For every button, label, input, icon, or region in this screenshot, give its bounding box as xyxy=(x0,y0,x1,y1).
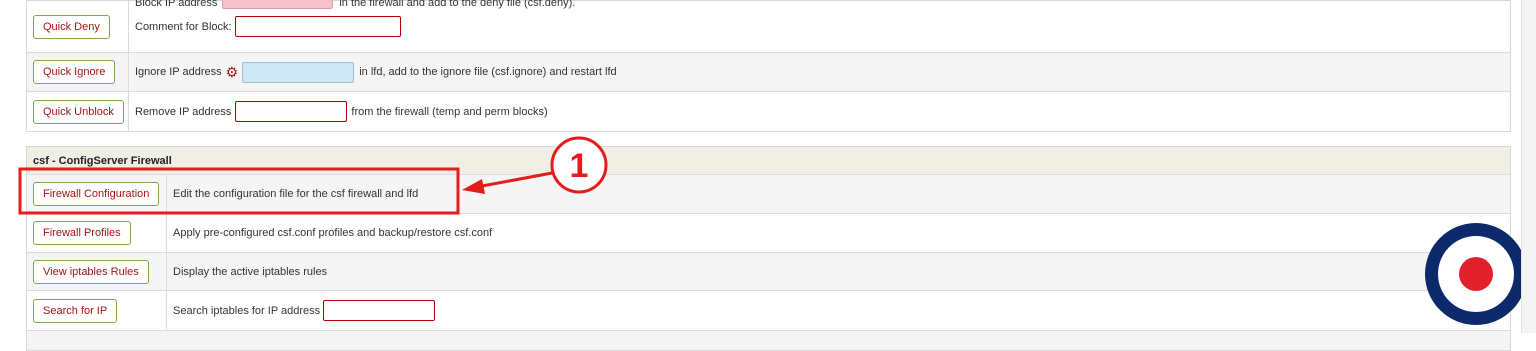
search-for-ip-button[interactable]: Search for IP xyxy=(33,298,118,323)
quick-deny-desc: Block IP address in the firewall and add… xyxy=(129,0,1510,52)
search-ip-desc: Search iptables for IP address xyxy=(167,291,1510,330)
quick-unblock-row: Quick Unblock Remove IP address from the… xyxy=(27,91,1510,131)
quick-unblock-desc: Remove IP address from the firewall (tem… xyxy=(129,92,1510,131)
firewall-config-desc: Edit the configuration file for the csf … xyxy=(167,175,1510,213)
gear-icon[interactable]: ⚙ xyxy=(226,65,239,79)
unblock-text-before: Remove IP address xyxy=(135,105,232,118)
quick-deny-row: Quick Deny Block IP address in the firew… xyxy=(27,0,1510,52)
deny-ip-input[interactable] xyxy=(222,0,334,9)
quick-ignore-desc: Ignore IP address ⚙ in lfd, add to the i… xyxy=(129,53,1510,91)
view-iptables-row: View iptables Rules Display the active i… xyxy=(27,252,1510,290)
firewall-profiles-desc: Apply pre-configured csf.conf profiles a… xyxy=(167,214,1510,252)
quick-ignore-row: Quick Ignore Ignore IP address ⚙ in lfd,… xyxy=(27,52,1510,91)
quick-ignore-cell: Quick Ignore xyxy=(27,53,129,91)
deny-comment-label: Comment for Block: xyxy=(135,20,232,33)
quick-deny-cell: Quick Deny xyxy=(27,1,129,52)
quick-ignore-button[interactable]: Quick Ignore xyxy=(33,60,116,84)
quick-deny-button[interactable]: Quick Deny xyxy=(33,14,110,39)
unblock-text-after: from the firewall (temp and perm blocks) xyxy=(351,105,548,118)
roundel-logo xyxy=(1425,223,1527,325)
firewall-config-row: Firewall Configuration Edit the configur… xyxy=(27,175,1510,213)
firewall-profiles-desc-text: Apply pre-configured csf.conf profiles a… xyxy=(173,227,493,239)
firewall-profiles-cell: Firewall Profiles xyxy=(27,214,167,252)
ignore-text-before: Ignore IP address xyxy=(135,66,222,78)
ignore-ip-input[interactable] xyxy=(242,61,355,83)
firewall-profiles-row: Firewall Profiles Apply pre-configured c… xyxy=(27,213,1510,252)
search-ip-cell: Search for IP xyxy=(27,291,167,330)
firewall-configuration-button[interactable]: Firewall Configuration xyxy=(33,182,160,206)
view-iptables-cell: View iptables Rules xyxy=(27,253,167,290)
deny-text-before: Block IP address xyxy=(135,0,218,9)
search-ip-desc-text: Search iptables for IP address xyxy=(173,304,321,317)
view-iptables-desc-text: Display the active iptables rules xyxy=(173,265,328,278)
deny-text-after: in the firewall and add to the deny file… xyxy=(339,0,576,9)
firewall-profiles-button[interactable]: Firewall Profiles xyxy=(33,221,131,245)
view-iptables-rules-button[interactable]: View iptables Rules xyxy=(33,259,149,284)
firewall-config-desc-text: Edit the configuration file for the csf … xyxy=(173,188,419,200)
search-ip-row: Search for IP Search iptables for IP add… xyxy=(27,290,1510,330)
quick-unblock-cell: Quick Unblock xyxy=(27,92,129,131)
quick-actions-table: Quick Deny Block IP address in the firew… xyxy=(26,0,1511,132)
view-iptables-desc: Display the active iptables rules xyxy=(167,253,1510,290)
csf-section-table: csf - ConfigServer Firewall Firewall Con… xyxy=(26,146,1511,351)
vertical-scrollbar[interactable] xyxy=(1521,0,1536,333)
quick-unblock-button[interactable]: Quick Unblock xyxy=(33,99,124,124)
section-title: csf - ConfigServer Firewall xyxy=(27,147,1510,175)
ignore-text-after: in lfd, add to the ignore file (csf.igno… xyxy=(359,66,617,78)
search-ip-input[interactable] xyxy=(323,300,436,321)
unblock-ip-input[interactable] xyxy=(235,101,348,122)
next-row-partial xyxy=(27,330,1510,350)
deny-comment-input[interactable] xyxy=(234,16,401,37)
firewall-config-cell: Firewall Configuration xyxy=(27,175,167,213)
